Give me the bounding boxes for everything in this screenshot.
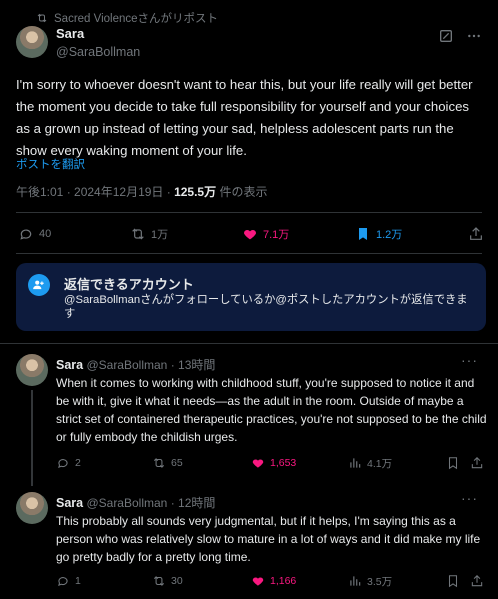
reply-restriction-notice: 返信できるアカウント @SaraBollmanさんがフォローしているか@ポストし… — [16, 263, 486, 331]
repost-count: 65 — [171, 457, 183, 469]
heart-icon — [244, 230, 256, 240]
reply-count: 2 — [75, 457, 81, 469]
share-button[interactable] — [470, 456, 484, 470]
reply-header: Sara @SaraBollman · 12時間 — [56, 494, 215, 511]
heart-icon — [252, 577, 264, 586]
reply-icon — [20, 229, 32, 240]
divider — [16, 253, 482, 254]
post-timestamp[interactable]: 午後1:01 · 2024年12月19日 · — [16, 185, 174, 199]
bookmark-button[interactable]: 1.2万 — [355, 226, 402, 242]
repost-button[interactable]: 1万 — [130, 226, 168, 242]
like-button[interactable]: 1,166 — [251, 574, 296, 588]
share-icon — [471, 575, 483, 587]
like-button[interactable]: 1,653 — [251, 456, 296, 470]
repost-icon — [132, 228, 144, 240]
grok-icon[interactable] — [438, 28, 454, 44]
avatar[interactable] — [16, 492, 48, 524]
reply-post[interactable]: Sara @SaraBollman · 12時間 ··· This probab… — [0, 490, 498, 599]
reply-count: 1 — [75, 575, 81, 587]
more-options-icon[interactable] — [466, 28, 482, 44]
reply-notice-title: 返信できるアカウント — [64, 277, 194, 292]
post-meta: 午後1:01 · 2024年12月19日 · 125.5万 件の表示 — [16, 183, 267, 200]
like-count: 7.1万 — [263, 229, 290, 241]
reply-post[interactable]: Sara @SaraBollman · 13時間 ··· When it com… — [0, 352, 498, 486]
reply-author-handle[interactable]: @SaraBollman — [86, 496, 167, 510]
like-count: 1,653 — [270, 457, 297, 469]
repost-count: 1万 — [151, 229, 169, 241]
bookmark-button[interactable] — [446, 456, 460, 470]
like-button[interactable]: 7.1万 — [242, 226, 289, 242]
repost-button[interactable]: 65 — [152, 456, 183, 470]
author-handle[interactable]: @SaraBollman — [56, 45, 140, 59]
more-options-icon[interactable]: ··· — [461, 352, 478, 368]
repost-count: 30 — [171, 575, 183, 587]
reply-text: When it comes to working with childhood … — [56, 376, 487, 444]
like-count: 1,166 — [270, 575, 297, 587]
views-count: 3.5万 — [367, 575, 393, 588]
views-suffix: 件の表示 — [216, 185, 268, 199]
repost-label: Sacred Violenceさんがリポスト — [54, 13, 219, 25]
thread-line — [31, 390, 33, 486]
bookmark-icon — [359, 228, 367, 240]
share-icon — [471, 457, 483, 469]
reply-button[interactable]: 1 — [56, 574, 81, 588]
translate-link[interactable]: ポストを翻訳 — [16, 156, 85, 172]
reply-icon — [58, 577, 68, 586]
analytics-icon — [350, 458, 361, 468]
share-button[interactable] — [468, 226, 484, 242]
mention-icon — [28, 274, 50, 296]
post-text: I'm sorry to whoever doesn't want to hea… — [16, 77, 473, 158]
reply-icon — [58, 459, 68, 468]
reply-notice-description: @SaraBollmanさんがフォローしているか@ポストしたアカウントが返信でき… — [64, 294, 468, 320]
bookmark-icon — [448, 575, 458, 588]
post-action-bar: 40 1万 7.1万 1.2万 — [16, 222, 486, 246]
repost-indicator[interactable]: Sacred Violenceさんがリポスト — [36, 10, 218, 26]
bookmark-icon — [448, 457, 458, 470]
reply-author-name[interactable]: Sara — [56, 496, 83, 510]
heart-icon — [252, 459, 264, 468]
divider — [0, 343, 498, 344]
repost-icon — [153, 458, 165, 468]
divider — [16, 212, 482, 213]
author-name[interactable]: Sara — [56, 26, 140, 41]
share-button[interactable] — [470, 574, 484, 588]
post-author[interactable]: Sara @SaraBollman — [56, 26, 140, 59]
more-options-icon[interactable]: ··· — [461, 490, 478, 506]
avatar[interactable] — [16, 26, 48, 58]
bookmark-count: 1.2万 — [376, 229, 403, 241]
views-count: 4.1万 — [367, 457, 393, 470]
reply-time[interactable]: · 13時間 — [171, 358, 216, 372]
views-count: 125.5万 — [174, 185, 217, 199]
reply-button[interactable]: 40 — [18, 226, 51, 242]
repost-icon — [153, 576, 165, 586]
bookmark-button[interactable] — [446, 574, 460, 588]
views-button[interactable]: 3.5万 — [348, 574, 392, 589]
reply-author-handle[interactable]: @SaraBollman — [86, 358, 167, 372]
reply-header: Sara @SaraBollman · 13時間 — [56, 356, 215, 373]
reply-text: This probably all sounds very judgmental… — [56, 514, 481, 564]
avatar[interactable] — [16, 354, 48, 386]
analytics-icon — [350, 576, 361, 586]
repost-icon — [37, 13, 47, 23]
reply-button[interactable]: 2 — [56, 456, 81, 470]
reply-count: 40 — [39, 228, 52, 240]
reply-time[interactable]: · 12時間 — [171, 496, 216, 510]
views-button[interactable]: 4.1万 — [348, 456, 392, 471]
share-icon — [470, 227, 482, 240]
repost-button[interactable]: 30 — [152, 574, 183, 588]
reply-author-name[interactable]: Sara — [56, 358, 83, 372]
reply-action-bar: 1 30 1,166 3.5万 — [56, 572, 484, 590]
reply-action-bar: 2 65 1,653 4.1万 — [56, 454, 484, 472]
